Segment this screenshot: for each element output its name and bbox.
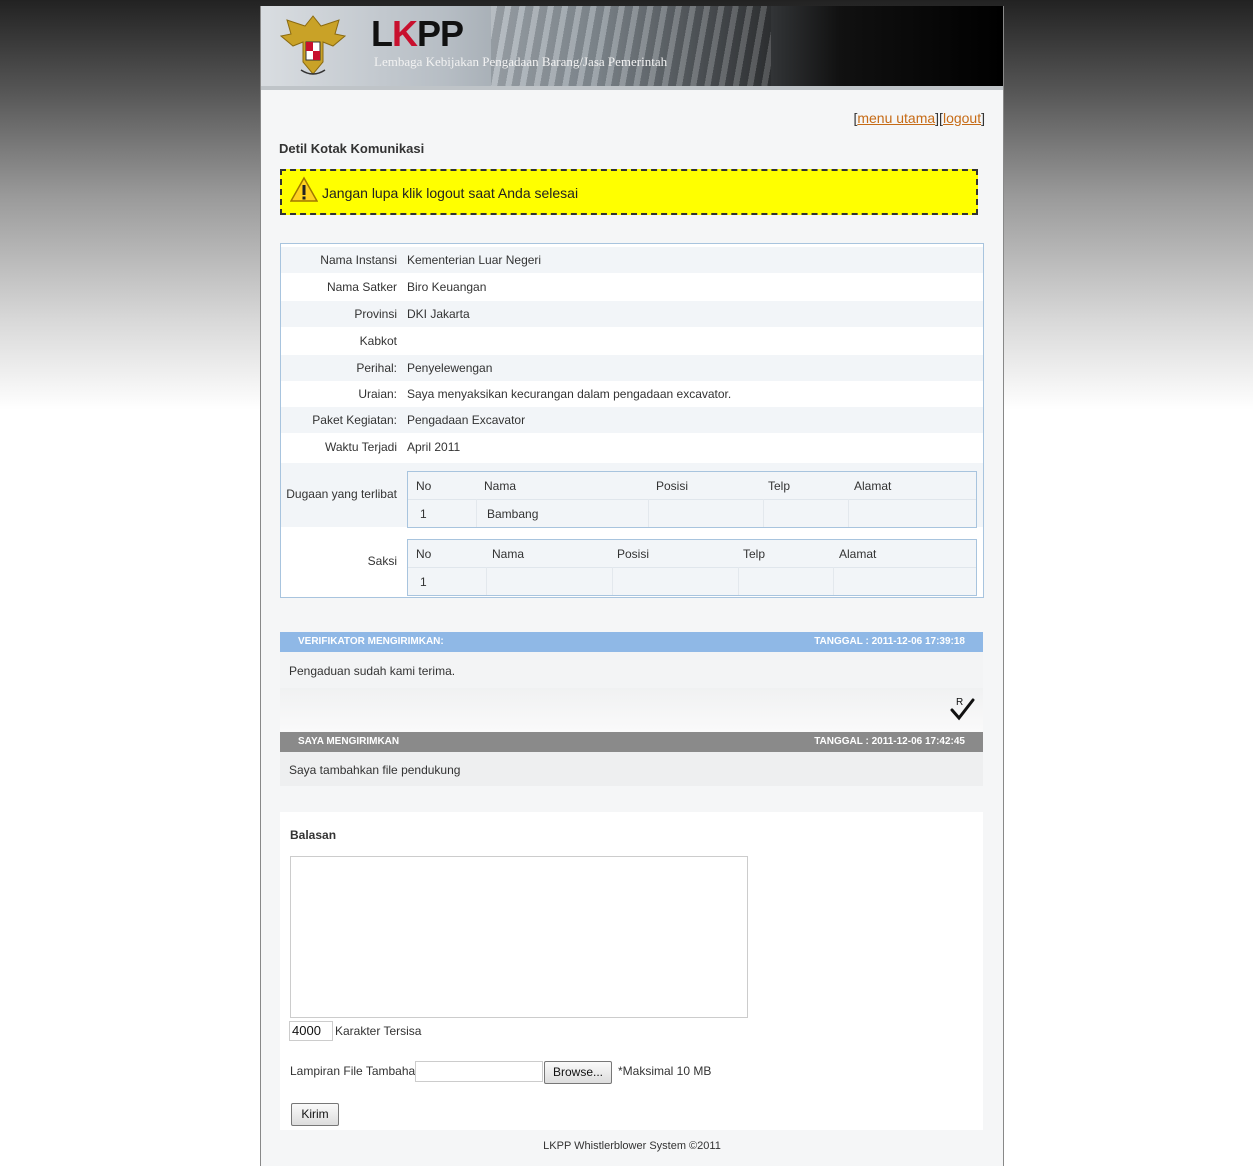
- suspects-col-alamat: Alamat: [854, 479, 892, 493]
- page-container: LKPP Lembaga Kebijakan Pengadaan Barang/…: [260, 6, 1004, 1166]
- top-navigation: [menu utama][logout]: [853, 110, 985, 126]
- suspects-row-nama: Bambang: [487, 507, 539, 521]
- verifier-message-header: VERIFIKATOR MENGIRIMKAN: TANGGAL : 2011-…: [280, 632, 983, 652]
- detail-row-uraian: Uraian: Saya menyaksikan kecurangan dala…: [358, 387, 732, 401]
- logout-warning-box: Jangan lupa klik logout saat Anda selesa…: [280, 169, 978, 215]
- suspects-col-no: No: [416, 479, 432, 493]
- max-size-note: *Maksimal 10 MB: [618, 1064, 712, 1078]
- garuda-emblem-icon: [279, 15, 347, 75]
- witnesses-col-alamat: Alamat: [839, 547, 877, 561]
- warning-icon: [290, 176, 318, 202]
- witnesses-col-no: No: [416, 547, 432, 561]
- browse-button[interactable]: Browse...: [544, 1061, 612, 1084]
- attachment-label: Lampiran File Tambahan: [290, 1064, 422, 1078]
- reply-title: Balasan: [290, 828, 337, 842]
- detail-row-satker: Nama Satker Biro Keuangan: [326, 280, 487, 294]
- verifier-message-text: Pengaduan sudah kami terima.: [289, 664, 456, 678]
- footer: LKPP Whistlerblower System ©2011: [543, 1140, 721, 1152]
- detail-row-paket: Paket Kegiatan: Pengadaan Excavator: [281, 407, 983, 433]
- witnesses-col-nama: Nama: [492, 547, 525, 561]
- reply-textarea[interactable]: [290, 856, 748, 1018]
- attachment-file-input[interactable]: [415, 1061, 543, 1082]
- detail-row-instansi: Nama Instansi Kementerian Luar Negeri: [281, 247, 983, 273]
- char-counter: 4000: [289, 1021, 333, 1041]
- detail-row-waktu: Waktu Terjadi April 2011: [324, 440, 461, 454]
- svg-text:R: R: [956, 697, 963, 708]
- page-title: Detil Kotak Komunikasi: [279, 141, 425, 156]
- witnesses-col-posisi: Posisi: [617, 547, 650, 561]
- suspects-col-posisi: Posisi: [656, 479, 689, 493]
- warning-text: Jangan lupa klik logout saat Anda selesa…: [322, 185, 579, 201]
- suspects-col-telp: Telp: [768, 479, 791, 493]
- own-message-header: SAYA MENGIRIMKAN TANGGAL : 2011-12-06 17…: [280, 732, 983, 752]
- site-header: LKPP Lembaga Kebijakan Pengadaan Barang/…: [261, 6, 1003, 90]
- own-date: TANGGAL : 2011-12-06 17:42:45: [814, 736, 965, 747]
- reply-form: Balasan 4000 Karakter Tersisa Lampiran F…: [280, 812, 983, 1130]
- own-sender: SAYA MENGIRIMKAN: [298, 736, 400, 747]
- suspects-col-nama: Nama: [484, 479, 517, 493]
- complaint-detail-table: Nama Instansi Kementerian Luar Negeri Na…: [280, 243, 984, 598]
- lkpp-logo: LKPP: [371, 13, 464, 54]
- suspects-row-no: 1: [420, 507, 427, 521]
- detail-row-kabkot: Kabkot: [359, 334, 397, 348]
- menu-utama-link[interactable]: menu utama: [857, 110, 935, 126]
- detail-row-perihal: Perihal: Penyelewengan: [281, 355, 983, 381]
- header-subtitle: Lembaga Kebijakan Pengadaan Barang/Jasa …: [374, 54, 668, 69]
- witnesses-row-no: 1: [420, 575, 427, 589]
- read-check-icon: R: [950, 697, 975, 721]
- suspects-table: No Nama Posisi Telp Alamat 1 Bambang: [407, 471, 977, 528]
- submit-button[interactable]: Kirim: [291, 1103, 339, 1126]
- verifier-date: TANGGAL : 2011-12-06 17:39:18: [814, 636, 965, 647]
- detail-row-provinsi: Provinsi DKI Jakarta: [281, 301, 983, 327]
- witnesses-table: No Nama Posisi Telp Alamat 1: [407, 539, 977, 596]
- char-counter-label: Karakter Tersisa: [335, 1024, 422, 1038]
- own-message-text: Saya tambahkan file pendukung: [289, 763, 461, 777]
- logout-link[interactable]: logout: [943, 110, 981, 126]
- witnesses-col-telp: Telp: [743, 547, 766, 561]
- header-building-texture: [491, 6, 771, 86]
- verifier-sender: VERIFIKATOR MENGIRIMKAN:: [298, 636, 444, 647]
